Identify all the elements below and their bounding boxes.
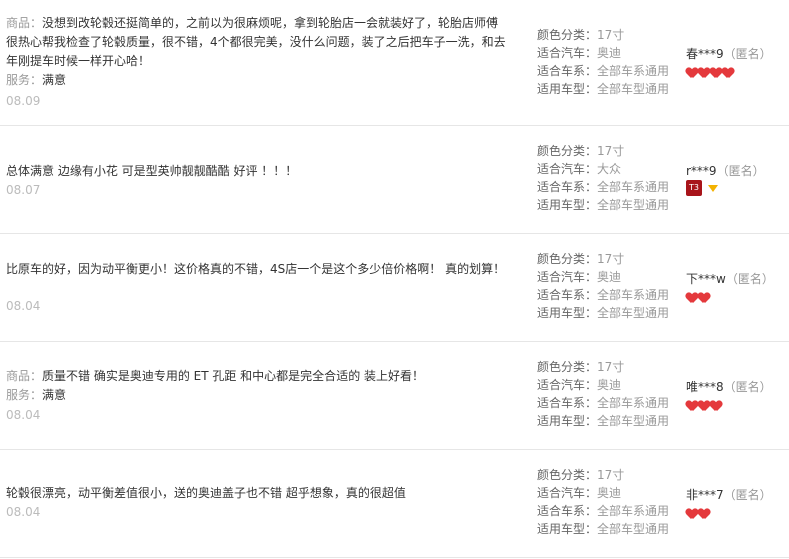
user-level-badge: T3 xyxy=(686,180,718,198)
series-value: 全部车系通用 xyxy=(597,180,670,194)
service-prefix: 服务： xyxy=(6,388,43,402)
comment-text: 总体满意 边缘有小花 可是型英帅靓靓酷酷 好评 ！！！ xyxy=(6,164,298,178)
sku-info: 颜色分类：17寸 适合汽车：奥迪 适合车系：全部车系通用 适用车型：全部车型通用 xyxy=(537,26,687,98)
t3-badge-icon: T3 xyxy=(686,180,702,196)
service-value: 满意 xyxy=(42,73,67,87)
series-label: 适合车系： xyxy=(537,64,598,78)
heart-icon xyxy=(698,293,710,303)
car-label: 适合汽车： xyxy=(537,46,598,60)
comment-prefix: 商品： xyxy=(6,369,43,383)
series-value: 全部车系通用 xyxy=(597,288,670,302)
series-label: 适合车系： xyxy=(537,180,598,194)
comment-text: 质量不错 确实是奥迪专用的 ET 孔距 和中心都是完全合适的 装上好看！ xyxy=(42,369,425,383)
review-date: 08.09 xyxy=(6,94,41,108)
model-value: 全部车型通用 xyxy=(597,306,670,320)
user-name[interactable]: r***9（匿名） xyxy=(686,162,765,179)
heart-icon xyxy=(722,68,734,78)
review-date: 08.04 xyxy=(6,408,41,422)
user-nick: 唯***8 xyxy=(686,380,724,394)
car-label: 适合汽车： xyxy=(537,270,598,284)
model-value: 全部车型通用 xyxy=(597,198,670,212)
service-prefix: 服务： xyxy=(6,73,43,87)
anonymous-label: （匿名） xyxy=(723,488,772,502)
review-item: 商品：没想到改轮毂还挺简单的，之前以为很麻烦呢，拿到轮胎店一会就装好了，轮胎店师… xyxy=(0,0,789,126)
color-label: 颜色分类： xyxy=(537,468,598,482)
color-value: 17寸 xyxy=(597,252,625,266)
heart-icon xyxy=(710,401,722,411)
color-label: 颜色分类： xyxy=(537,360,598,374)
review-comment: 商品：没想到改轮毂还挺简单的，之前以为很麻烦呢，拿到轮胎店一会就装好了，轮胎店师… xyxy=(6,14,506,90)
model-value: 全部车型通用 xyxy=(597,82,670,96)
color-label: 颜色分类： xyxy=(537,252,598,266)
review-comment: 总体满意 边缘有小花 可是型英帅靓靓酷酷 好评 ！！！ xyxy=(6,162,506,181)
user-level-badge xyxy=(686,508,710,522)
review-date: 08.04 xyxy=(6,299,41,313)
model-label: 适用车型： xyxy=(537,82,598,96)
series-label: 适合车系： xyxy=(537,504,598,518)
user-level-badge xyxy=(686,292,710,306)
service-value: 满意 xyxy=(42,388,67,402)
user-name[interactable]: 唯***8（匿名） xyxy=(686,378,772,395)
series-value: 全部车系通用 xyxy=(597,504,670,518)
color-value: 17寸 xyxy=(597,468,625,482)
model-label: 适用车型： xyxy=(537,306,598,320)
model-value: 全部车型通用 xyxy=(597,522,670,536)
car-value: 奥迪 xyxy=(597,378,622,392)
car-label: 适合汽车： xyxy=(537,162,598,176)
series-value: 全部车系通用 xyxy=(597,64,670,78)
user-level-badge xyxy=(686,400,722,414)
car-value: 奥迪 xyxy=(597,46,622,60)
anonymous-label: （匿名） xyxy=(723,380,772,394)
model-label: 适用车型： xyxy=(537,522,598,536)
color-label: 颜色分类： xyxy=(537,28,598,42)
car-label: 适合汽车： xyxy=(537,486,598,500)
review-date: 08.04 xyxy=(6,505,41,519)
car-value: 大众 xyxy=(597,162,622,176)
color-label: 颜色分类： xyxy=(537,144,598,158)
heart-icon xyxy=(698,509,710,519)
review-item: 商品：质量不错 确实是奥迪专用的 ET 孔距 和中心都是完全合适的 装上好看！ … xyxy=(0,342,789,450)
review-date: 08.07 xyxy=(6,183,41,197)
comment-prefix: 商品： xyxy=(6,16,43,30)
model-value: 全部车型通用 xyxy=(597,414,670,428)
user-level-badge xyxy=(686,67,734,81)
review-item: 轮毂很漂亮，动平衡差值很小，送的奥迪盖子也不错 超乎想象，真的很超值 08.04… xyxy=(0,450,789,558)
model-label: 适用车型： xyxy=(537,198,598,212)
user-nick: 下***w xyxy=(686,272,726,286)
car-label: 适合汽车： xyxy=(537,378,598,392)
comment-text: 没想到改轮毂还挺简单的，之前以为很麻烦呢，拿到轮胎店一会就装好了，轮胎店师傅很热… xyxy=(6,16,506,68)
series-value: 全部车系通用 xyxy=(597,396,670,410)
review-comment: 轮毂很漂亮，动平衡差值很小，送的奥迪盖子也不错 超乎想象，真的很超值 xyxy=(6,484,506,503)
user-name[interactable]: 非***7（匿名） xyxy=(686,486,772,503)
anonymous-label: （匿名） xyxy=(723,47,772,61)
color-value: 17寸 xyxy=(597,28,625,42)
anonymous-label: （匿名） xyxy=(716,164,765,178)
anonymous-label: （匿名） xyxy=(725,272,774,286)
series-label: 适合车系： xyxy=(537,396,598,410)
sku-info: 颜色分类：17寸 适合汽车：大众 适合车系：全部车系通用 适用车型：全部车型通用 xyxy=(537,142,687,214)
color-value: 17寸 xyxy=(597,360,625,374)
diamond-icon xyxy=(708,184,718,192)
car-value: 奥迪 xyxy=(597,270,622,284)
user-nick: 非***7 xyxy=(686,488,724,502)
model-label: 适用车型： xyxy=(537,414,598,428)
user-name[interactable]: 下***w（匿名） xyxy=(686,270,774,287)
review-comment: 比原车的好，因为动平衡更小！这价格真的不错，4S店一个是这个多少倍价格啊！ 真的… xyxy=(6,260,506,279)
review-item: 总体满意 边缘有小花 可是型英帅靓靓酷酷 好评 ！！！ 08.07 颜色分类：1… xyxy=(0,126,789,234)
review-item: 比原车的好，因为动平衡更小！这价格真的不错，4S店一个是这个多少倍价格啊！ 真的… xyxy=(0,234,789,342)
sku-info: 颜色分类：17寸 适合汽车：奥迪 适合车系：全部车系通用 适用车型：全部车型通用 xyxy=(537,358,687,430)
comment-text: 轮毂很漂亮，动平衡差值很小，送的奥迪盖子也不错 超乎想象，真的很超值 xyxy=(6,486,406,500)
review-comment: 商品：质量不错 确实是奥迪专用的 ET 孔距 和中心都是完全合适的 装上好看！ … xyxy=(6,367,506,405)
user-nick: r***9 xyxy=(686,164,717,178)
sku-info: 颜色分类：17寸 适合汽车：奥迪 适合车系：全部车系通用 适用车型：全部车型通用 xyxy=(537,250,687,322)
user-nick: 春***9 xyxy=(686,47,724,61)
color-value: 17寸 xyxy=(597,144,625,158)
comment-text: 比原车的好，因为动平衡更小！这价格真的不错，4S店一个是这个多少倍价格啊！ 真的… xyxy=(6,262,506,276)
sku-info: 颜色分类：17寸 适合汽车：奥迪 适合车系：全部车系通用 适用车型：全部车型通用 xyxy=(537,466,687,538)
user-name[interactable]: 春***9（匿名） xyxy=(686,45,772,62)
car-value: 奥迪 xyxy=(597,486,622,500)
series-label: 适合车系： xyxy=(537,288,598,302)
